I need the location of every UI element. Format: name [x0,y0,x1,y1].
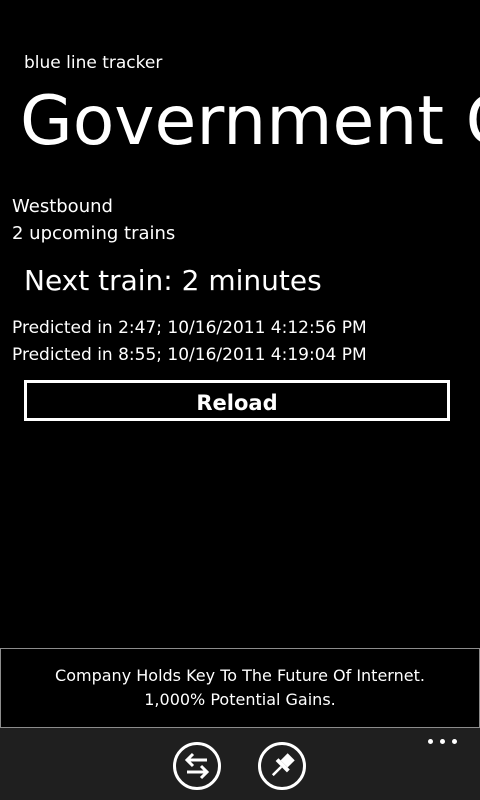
application-bar [0,728,480,800]
direction-label: Westbound [12,196,113,217]
switch-direction-button[interactable] [173,742,221,790]
page-title: Government Center [20,82,480,161]
more-options-icon[interactable] [428,736,458,748]
upcoming-trains-count: 2 upcoming trains [12,223,176,244]
app-title: blue line tracker [24,53,163,73]
ad-line-1: Company Holds Key To The Future Of Inter… [55,666,425,685]
pin-icon [271,753,295,777]
prediction-item: Predicted in 8:55; 10/16/2011 4:19:04 PM [12,345,367,365]
prediction-item: Predicted in 2:47; 10/16/2011 4:12:56 PM [12,318,367,338]
pin-button[interactable] [258,742,306,790]
dot-icon [452,739,457,744]
ad-text: Company Holds Key To The Future Of Inter… [55,664,425,712]
ad-banner[interactable]: Company Holds Key To The Future Of Inter… [0,648,480,728]
dot-icon [428,739,433,744]
dot-icon [440,739,445,744]
next-train-label: Next train: 2 minutes [24,264,322,297]
ad-line-2: 1,000% Potential Gains. [144,690,336,709]
switch-direction-icon [184,752,210,780]
app-screen: blue line tracker Government Center West… [0,0,480,800]
reload-button[interactable]: Reload [24,380,450,421]
